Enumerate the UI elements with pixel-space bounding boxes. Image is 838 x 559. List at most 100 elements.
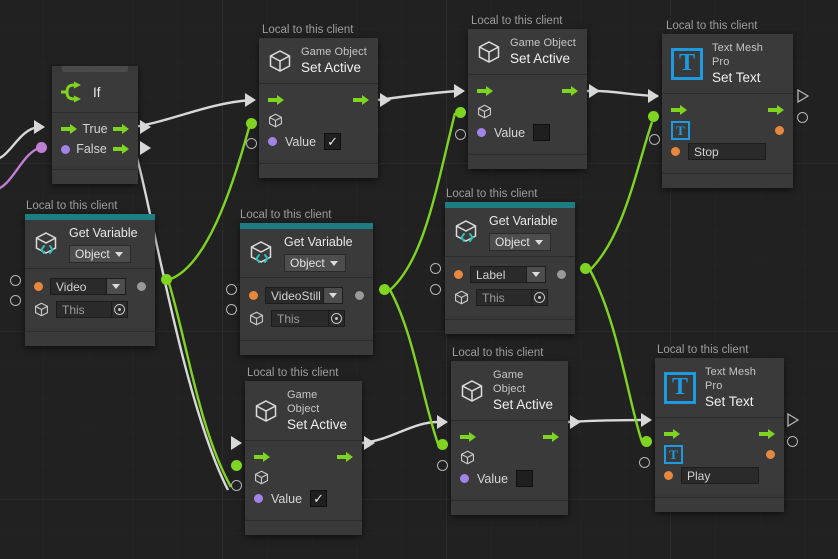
game-object-target-icon[interactable]: [254, 470, 269, 485]
node-get-variable-label[interactable]: Get Variable Object Label This: [445, 202, 575, 334]
flow-in-arrow-icon[interactable]: [477, 85, 493, 97]
variable-name-dropdown-button[interactable]: [323, 287, 343, 304]
sa2-flow-out-port[interactable]: [589, 84, 600, 98]
flow-in-arrow-icon[interactable]: [254, 451, 270, 463]
port-row-text[interactable]: Stop: [662, 140, 793, 163]
variable-name-port[interactable]: [34, 282, 43, 291]
st2-value-out-port[interactable]: [787, 436, 798, 447]
flow-out-arrow-icon[interactable]: [768, 104, 784, 116]
variable-name-port[interactable]: [249, 291, 258, 300]
port-row-target[interactable]: T: [655, 444, 784, 464]
node-set-text-2[interactable]: T Text Mesh Pro Set Text T Play: [655, 358, 784, 512]
variable-name-field-group[interactable]: VideoStill: [265, 287, 343, 304]
st2-flow-out-port[interactable]: [787, 412, 800, 432]
text-mesh-pro-target-icon[interactable]: T: [671, 120, 690, 140]
variable-out-port[interactable]: [557, 270, 566, 279]
source-object-icon[interactable]: [249, 311, 264, 326]
sa4-value-in-port[interactable]: [437, 460, 448, 471]
port-row-target[interactable]: [468, 101, 587, 121]
text-in-port[interactable]: [671, 147, 680, 156]
port-row-source[interactable]: This: [240, 307, 373, 330]
gv3-source-in-port[interactable]: [430, 284, 441, 295]
st1-value-out-port[interactable]: [797, 112, 808, 123]
variable-name-port[interactable]: [454, 270, 463, 279]
value-in-port[interactable]: [268, 137, 277, 146]
flow-out-arrow-icon[interactable]: [337, 451, 353, 463]
flow-in-arrow-icon[interactable]: [61, 123, 77, 135]
value-checkbox[interactable]: ✓: [324, 133, 342, 150]
st1-text-in-port[interactable]: [649, 134, 660, 145]
source-picker-button[interactable]: [531, 289, 548, 306]
flow-out-arrow-icon[interactable]: [562, 85, 578, 97]
sa4-flow-out-port[interactable]: [570, 415, 581, 429]
text-input[interactable]: Stop: [688, 143, 766, 160]
node-set-text-1[interactable]: T Text Mesh Pro Set Text T Stop: [662, 34, 793, 188]
sa2-target-in-port[interactable]: [455, 107, 466, 118]
node-set-active-3[interactable]: Game Object Set Active Value ✓: [245, 381, 362, 535]
gv1-source-in-port[interactable]: [10, 295, 21, 306]
gv2-name-in-port[interactable]: [226, 284, 237, 295]
st2-flow-in-port[interactable]: [641, 413, 652, 427]
flow-in-arrow-icon[interactable]: [268, 94, 284, 106]
if-flow-in-port[interactable]: [34, 120, 45, 134]
text-input[interactable]: Play: [681, 467, 759, 484]
port-row-variable[interactable]: Video: [25, 275, 155, 298]
source-object-icon[interactable]: [454, 290, 469, 305]
port-row-value[interactable]: Value ✓: [245, 487, 362, 510]
flow-out-arrow-icon[interactable]: [759, 428, 775, 440]
port-row-value[interactable]: Value ✓: [259, 130, 378, 153]
source-picker-button[interactable]: [328, 310, 345, 327]
variable-out-port[interactable]: [355, 291, 364, 300]
source-field-group[interactable]: This: [56, 301, 128, 318]
port-row-value[interactable]: Value ✓: [468, 121, 587, 144]
port-row-target[interactable]: [451, 447, 568, 467]
value-out-port[interactable]: [766, 449, 775, 459]
value-checkbox[interactable]: ✓: [516, 470, 534, 487]
source-field-group[interactable]: This: [476, 289, 548, 306]
st2-text-in-port[interactable]: [639, 457, 650, 468]
game-object-target-icon[interactable]: [477, 104, 492, 119]
value-out-port[interactable]: [775, 125, 784, 135]
sa4-flow-in-port[interactable]: [437, 415, 448, 429]
gv3-value-out-port[interactable]: [580, 263, 591, 274]
source-input[interactable]: This: [271, 310, 329, 327]
flow-in-arrow-icon[interactable]: [460, 431, 476, 443]
variable-name-field-group[interactable]: Label: [470, 266, 546, 283]
port-row-source[interactable]: This: [445, 286, 575, 309]
sa3-flow-out-port[interactable]: [364, 436, 375, 450]
if-true-out-port[interactable]: [140, 120, 151, 134]
variable-name-dropdown-button[interactable]: [106, 278, 126, 295]
port-row-text[interactable]: Play: [655, 464, 784, 487]
flow-out-arrow-icon[interactable]: [543, 431, 559, 443]
text-in-port[interactable]: [664, 471, 673, 480]
port-row-flow[interactable]: [245, 447, 362, 467]
value-in-port[interactable]: [254, 494, 263, 503]
source-input[interactable]: This: [56, 301, 112, 318]
gv2-source-in-port[interactable]: [226, 304, 237, 315]
port-row-flow[interactable]: [259, 90, 378, 110]
value-checkbox[interactable]: ✓: [310, 490, 328, 507]
variable-kind-dropdown[interactable]: Object: [284, 254, 346, 272]
value-in-port[interactable]: [477, 128, 486, 137]
flow-out-arrow-icon[interactable]: [113, 123, 129, 135]
node-set-active-4[interactable]: Game Object Set Active Value: [451, 361, 568, 515]
port-row-flow[interactable]: [655, 424, 784, 444]
node-if[interactable]: If True False: [52, 66, 138, 184]
variable-out-port[interactable]: [137, 282, 146, 291]
gv1-value-out-port[interactable]: [161, 274, 172, 285]
st2-target-in-port[interactable]: [641, 436, 652, 447]
gv3-name-in-port[interactable]: [430, 263, 441, 274]
port-row-target[interactable]: [259, 110, 378, 130]
sa2-flow-in-port[interactable]: [454, 84, 465, 98]
source-input[interactable]: This: [476, 289, 532, 306]
sa3-value-in-port[interactable]: [231, 480, 242, 491]
text-mesh-pro-target-icon[interactable]: T: [664, 444, 683, 464]
flow-in-arrow-icon[interactable]: [664, 428, 680, 440]
st1-flow-in-port[interactable]: [648, 89, 659, 103]
value-checkbox[interactable]: ✓: [533, 124, 551, 141]
if-false-out-port[interactable]: [140, 141, 151, 155]
port-row-true[interactable]: True: [52, 119, 138, 139]
node-get-variable-videostill[interactable]: Get Variable Object VideoStill This: [240, 223, 373, 355]
port-row-value[interactable]: Value ✓: [451, 467, 568, 490]
sa4-target-in-port[interactable]: [437, 439, 448, 450]
